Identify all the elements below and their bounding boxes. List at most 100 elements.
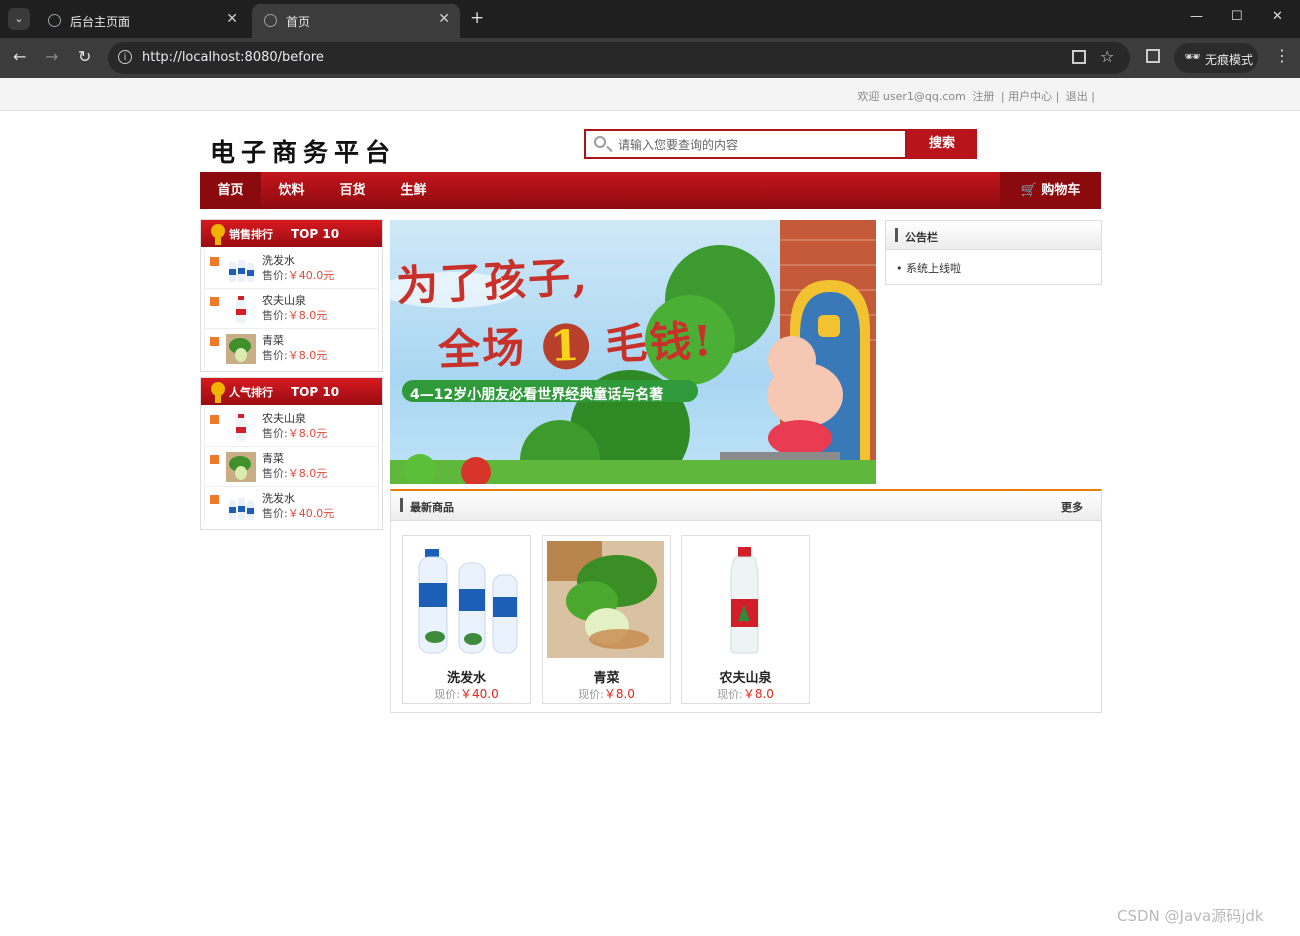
list-item[interactable]: 农夫山泉 售价:￥8.0元 xyxy=(204,289,379,329)
search-input[interactable] xyxy=(616,134,900,156)
product-card[interactable]: 洗发水 现价:￥40.0 xyxy=(402,535,531,704)
nav-item-fresh[interactable]: 生鲜 xyxy=(383,172,444,209)
medal-icon xyxy=(211,382,225,403)
logout-link[interactable]: 退出 | xyxy=(1066,90,1095,103)
watermark: CSDN @Java源码jdk xyxy=(1117,907,1264,925)
product-name[interactable]: 农夫山泉 xyxy=(262,292,306,308)
price-label: 售价: xyxy=(262,507,288,520)
bok-choy-thumbnail xyxy=(226,452,256,482)
qr-code-icon[interactable] xyxy=(1072,50,1086,64)
forward-icon[interactable]: → xyxy=(45,47,58,66)
product-name[interactable]: 洗发水 xyxy=(403,667,530,686)
banner-headline-2a: 全场 xyxy=(437,322,528,375)
product-name[interactable]: 洗发水 xyxy=(262,490,295,506)
product-card[interactable]: 青菜 现价:￥8.0 xyxy=(542,535,671,704)
notice-panel: 公告栏 • 系统上线啦 xyxy=(885,220,1102,285)
rank-badge-icon xyxy=(210,337,219,346)
list-item[interactable]: 青菜 售价:￥8.0元 xyxy=(204,447,379,487)
user-center-link[interactable]: | 用户中心 | xyxy=(1001,90,1059,103)
user-bar: 欢迎 user1@qq.com 注册 | 用户中心 | 退出 | xyxy=(0,78,1300,111)
notice-text[interactable]: 系统上线啦 xyxy=(906,262,961,275)
product-price: 现价:￥40.0 xyxy=(403,685,530,702)
notice-item[interactable]: • 系统上线啦 xyxy=(896,260,961,276)
sales-rank-panel: 销售排行 TOP 10 洗发水 售价:￥40.0元 农夫山泉 售价:￥8.0元 … xyxy=(200,219,383,372)
close-window-icon[interactable]: ✕ xyxy=(1272,9,1283,24)
nav-item-home[interactable]: 首页 xyxy=(200,172,261,209)
nav-item-general[interactable]: 百货 xyxy=(322,172,383,209)
product-name[interactable]: 洗发水 xyxy=(262,252,295,268)
rank-badge-icon xyxy=(210,495,219,504)
price-label: 售价: xyxy=(262,427,288,440)
notice-title: 公告栏 xyxy=(905,231,938,244)
product-card[interactable]: 农夫山泉 现价:￥8.0 xyxy=(681,535,810,704)
close-icon[interactable]: ✕ xyxy=(226,11,238,27)
welcome-text: 欢迎 user1@qq.com xyxy=(857,90,966,103)
rank-title: 销售排行 xyxy=(229,228,273,241)
maximize-icon[interactable]: ☐ xyxy=(1231,9,1243,24)
back-icon[interactable]: ← xyxy=(13,47,26,66)
tab-home[interactable]: 首页 ✕ xyxy=(252,4,460,38)
cart-label: 购物车 xyxy=(1041,183,1081,198)
product-price: 售价:￥8.0元 xyxy=(262,465,327,481)
product-name[interactable]: 青菜 xyxy=(543,667,670,686)
url-text[interactable]: http://localhost:8080/before xyxy=(142,50,324,65)
more-link[interactable]: 更多 xyxy=(1061,499,1083,515)
new-products-panel: 最新商品 更多 洗发水 现价:￥40.0 青菜 现价:￥8.0 农夫山泉 现价:… xyxy=(390,489,1102,713)
main-nav: 首页 饮料 百货 生鲜 🛒 购物车 xyxy=(200,172,1101,209)
water-bottle-image xyxy=(686,541,803,658)
water-bottle-thumbnail xyxy=(236,414,246,441)
price-label: 售价: xyxy=(262,349,288,362)
banner-headline-1: 为了孩子, xyxy=(395,251,590,312)
list-item[interactable]: 青菜 售价:￥8.0元 xyxy=(204,329,379,368)
search-bar: 搜索 xyxy=(584,129,977,159)
tab-admin-home[interactable]: 后台主页面 ✕ xyxy=(36,4,248,38)
incognito-icon: 🕶 xyxy=(1184,50,1201,65)
tab-title: 后台主页面 xyxy=(70,15,131,29)
incognito-badge[interactable]: 🕶 无痕模式 xyxy=(1174,43,1258,73)
rank-title: 人气排行 xyxy=(229,386,273,399)
price-value: ￥8.0 xyxy=(742,687,774,701)
price-value: ￥40.0元 xyxy=(287,269,335,282)
minimize-icon[interactable]: — xyxy=(1190,9,1203,24)
nav-item-drinks[interactable]: 饮料 xyxy=(261,172,322,209)
new-products-title: 最新商品 xyxy=(410,501,454,514)
side-panel-icon[interactable] xyxy=(1146,49,1160,63)
section-marker xyxy=(895,228,898,242)
price-value: ￥8.0元 xyxy=(287,349,328,362)
incognito-label: 无痕模式 xyxy=(1205,53,1254,67)
tab-search-button[interactable]: ⌄ xyxy=(8,8,30,30)
product-name[interactable]: 农夫山泉 xyxy=(262,410,306,426)
promo-banner[interactable]: 为了孩子, 全场 1 毛钱! 4—12岁小朋友必看世界经典童话与名著 xyxy=(390,220,876,484)
banner-headline-2c: 毛钱! xyxy=(604,316,715,369)
price-label: 现价: xyxy=(434,688,460,701)
list-item[interactable]: 洗发水 售价:￥40.0元 xyxy=(204,487,379,526)
shampoo-image xyxy=(407,541,524,658)
site-logo[interactable]: 电子商务平台 xyxy=(210,133,396,169)
rank-badge-icon xyxy=(210,257,219,266)
cart-button[interactable]: 🛒 购物车 xyxy=(1000,172,1101,209)
info-icon[interactable]: i xyxy=(118,50,132,64)
menu-icon[interactable]: ⋮ xyxy=(1274,46,1290,65)
price-label: 现价: xyxy=(717,688,743,701)
reload-icon[interactable]: ↻ xyxy=(78,47,91,66)
product-name[interactable]: 青菜 xyxy=(262,450,284,466)
register-link[interactable]: 注册 xyxy=(972,90,994,103)
product-name[interactable]: 青菜 xyxy=(262,332,284,348)
water-bottle-thumbnail xyxy=(236,296,246,323)
close-icon[interactable]: ✕ xyxy=(438,11,450,27)
star-icon[interactable]: ☆ xyxy=(1100,47,1114,66)
search-icon xyxy=(594,136,606,148)
price-value: ￥40.0 xyxy=(459,687,499,701)
browser-toolbar: ← → ↻ i http://localhost:8080/before ☆ 🕶… xyxy=(0,38,1300,78)
popular-rank-panel: 人气排行 TOP 10 农夫山泉 售价:￥8.0元 青菜 售价:￥8.0元 洗发… xyxy=(200,377,383,530)
new-tab-button[interactable]: + xyxy=(470,8,484,28)
product-name[interactable]: 农夫山泉 xyxy=(682,667,809,686)
price-label: 售价: xyxy=(262,309,288,322)
search-button[interactable]: 搜索 xyxy=(907,129,977,159)
list-item[interactable]: 洗发水 售价:￥40.0元 xyxy=(204,249,379,289)
bok-choy-image xyxy=(547,541,664,658)
address-bar[interactable]: i http://localhost:8080/before ☆ xyxy=(108,42,1130,74)
rank-top-label: TOP 10 xyxy=(291,385,340,399)
list-item[interactable]: 农夫山泉 售价:￥8.0元 xyxy=(204,407,379,447)
rank-header: 人气排行 TOP 10 xyxy=(201,378,382,405)
